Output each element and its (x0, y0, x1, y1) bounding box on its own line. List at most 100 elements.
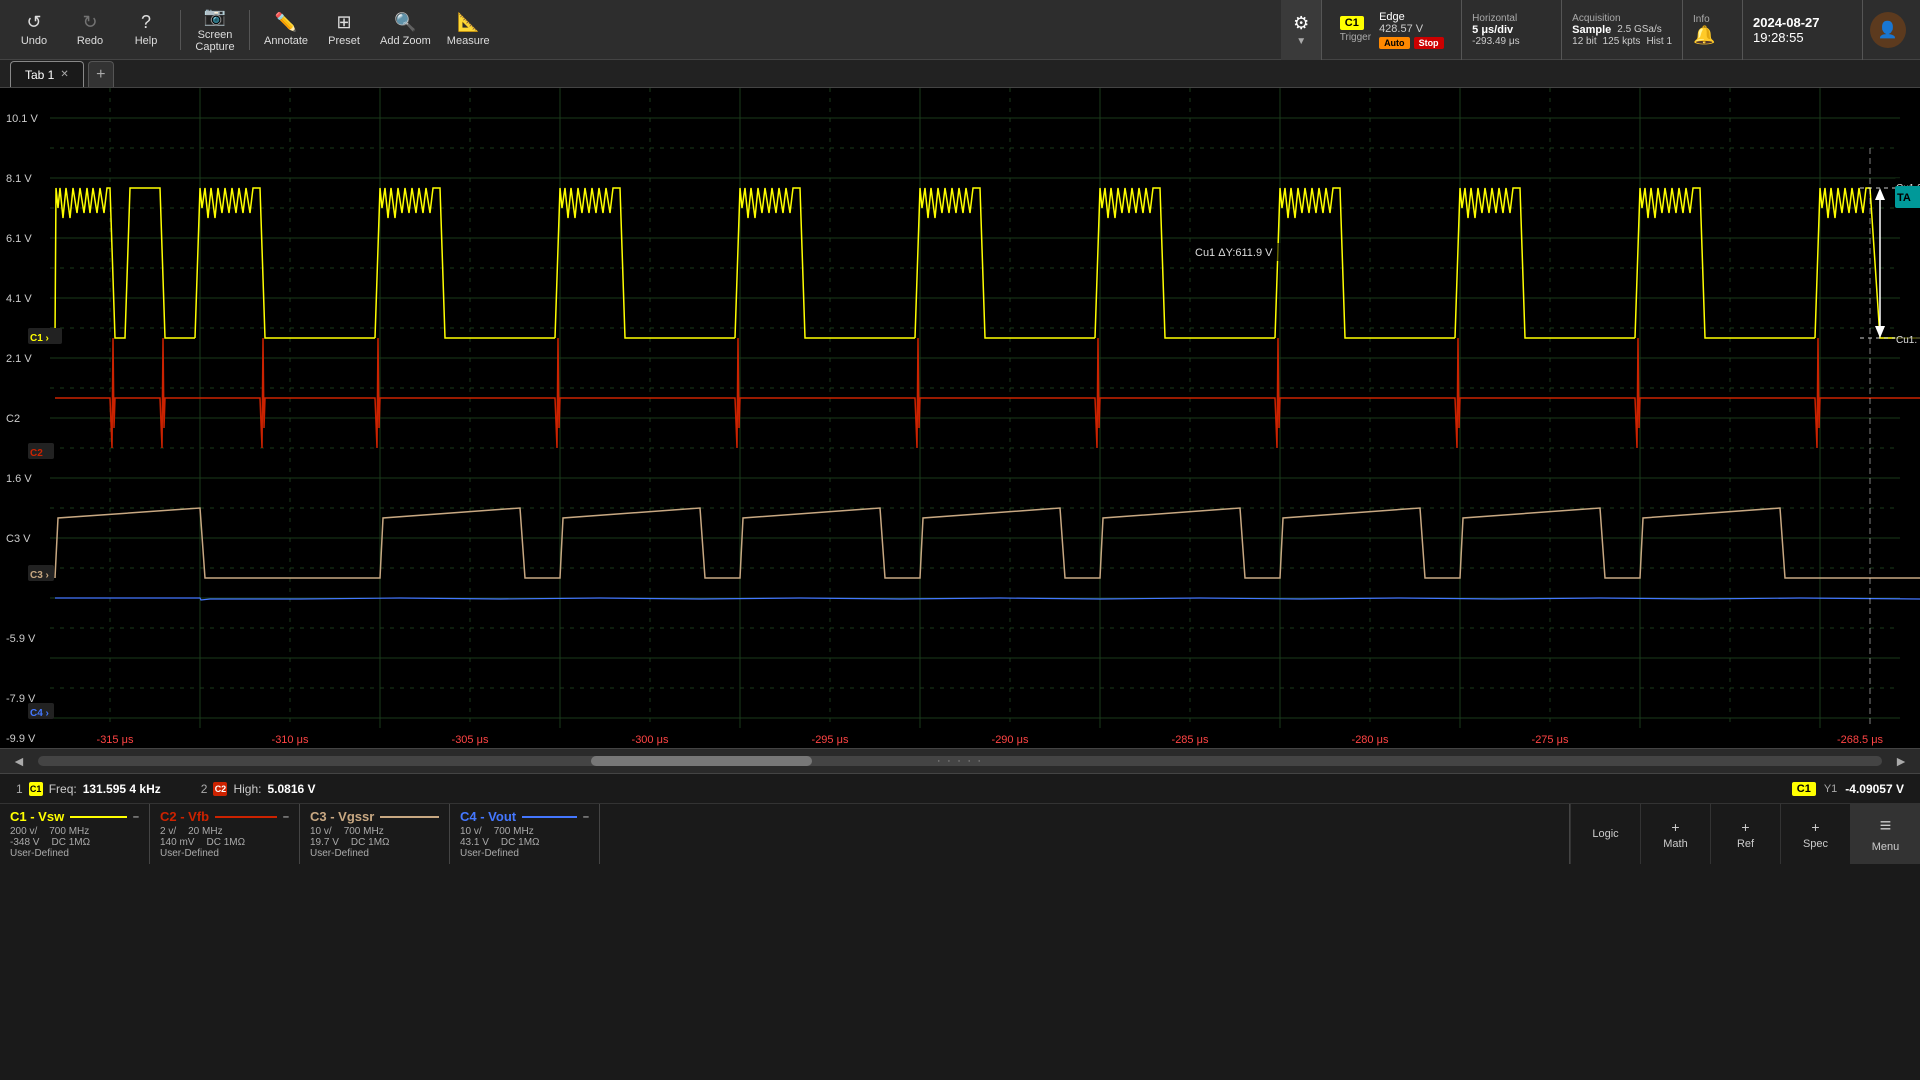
ch2-coupling: DC 1MΩ (206, 837, 245, 848)
ch4-vol-div: 10 v/ (460, 826, 482, 837)
settings-gear-button[interactable]: ⚙ ▼ (1281, 0, 1321, 60)
ch2-user: User-Defined (160, 848, 219, 859)
undo-label: Undo (21, 35, 47, 47)
cursor-y1-label: Y1 (1824, 783, 1837, 795)
trigger-mode-badge: Auto (1379, 37, 1410, 49)
toolbar: ↺ Undo ↻ Redo ? Help 📷 ScreenCapture ✏️ … (0, 0, 1920, 60)
svg-text:C4 ›: C4 › (30, 708, 49, 719)
svg-text:C2: C2 (6, 413, 20, 425)
acquisition-memory: 125 kpts (1603, 36, 1641, 47)
measurement-1: 1 C1 Freq: 131.595 4 kHz (16, 782, 161, 796)
horizontal-offset: -293.49 μs (1472, 36, 1551, 47)
help-button[interactable]: ? Help (120, 4, 172, 56)
svg-text:-290 μs: -290 μs (992, 734, 1029, 746)
svg-text:-280 μs: -280 μs (1352, 734, 1389, 746)
add-tab-button[interactable]: + (88, 61, 114, 87)
menu-button[interactable]: ≡ Menu (1850, 804, 1920, 864)
math-plus-icon: + (1671, 819, 1679, 835)
avatar: 👤 (1870, 12, 1906, 48)
ch1-coupling: DC 1MΩ (51, 837, 90, 848)
spec-plus-icon: + (1811, 819, 1819, 835)
svg-text:C3 ›: C3 › (30, 570, 49, 581)
annotate-icon: ✏️ (275, 12, 297, 33)
scroll-left-button[interactable]: ◄ (8, 753, 30, 769)
spec-label: Spec (1803, 838, 1828, 850)
horizontal-panel[interactable]: Horizontal 5 μs/div -293.49 μs (1461, 0, 1561, 60)
ch3-line (380, 816, 439, 818)
ref-button[interactable]: + Ref (1710, 804, 1780, 864)
divider-2 (249, 10, 250, 50)
undo-button[interactable]: ↺ Undo (8, 4, 60, 56)
ch4-info-block[interactable]: C4 - Vout – 10 v/ 700 MHz 43.1 V DC 1MΩ … (450, 804, 600, 864)
help-label: Help (135, 35, 158, 47)
svg-text:C3 V: C3 V (6, 533, 31, 545)
screen-capture-label: ScreenCapture (195, 29, 234, 53)
info-title: Info (1693, 14, 1732, 25)
ch4-coupling: DC 1MΩ (501, 837, 540, 848)
waveform-canvas: 10.1 V 8.1 V 6.1 V 4.1 V 2.1 V C2 1.6 V … (0, 88, 1920, 748)
ch4-freq: 700 MHz (494, 826, 534, 837)
scroll-thumb[interactable] (591, 756, 812, 766)
svg-text:6.1 V: 6.1 V (6, 233, 32, 245)
ch1-offset: -348 V (10, 837, 39, 848)
scroll-track[interactable]: · · · · · (38, 756, 1882, 766)
trigger-type: Edge (1379, 11, 1444, 23)
acquisition-panel[interactable]: Acquisition Sample 2.5 GSa/s 12 bit 125 … (1561, 0, 1682, 60)
ch1-name: C1 - Vsw (10, 809, 64, 824)
math-button[interactable]: + Math (1640, 804, 1710, 864)
screen-capture-button[interactable]: 📷 ScreenCapture (189, 4, 241, 56)
right-panel: Logic + Math + Ref + Spec ≡ Menu (1569, 804, 1920, 864)
trigger-panel[interactable]: C1 Trigger Edge 428.57 V Auto Stop (1321, 0, 1461, 60)
time-display: 19:28:55 (1753, 30, 1852, 45)
ch2-freq: 20 MHz (188, 826, 222, 837)
ch2-name: C2 - Vfb (160, 809, 209, 824)
ch2-info-block[interactable]: C2 - Vfb – 2 v/ 20 MHz 140 mV DC 1MΩ Use… (150, 804, 300, 864)
trigger-ch-label: C1 Trigger (1340, 16, 1371, 43)
acquisition-bits: 12 bit (1572, 36, 1596, 47)
ch3-offset: 19.7 V (310, 837, 339, 848)
divider-1 (180, 10, 181, 50)
menu-label: Menu (1872, 841, 1900, 853)
ch3-info-block[interactable]: C3 - Vgssr 10 v/ 700 MHz 19.7 V DC 1MΩ U… (300, 804, 450, 864)
datetime-panel: 2024-08-27 19:28:55 (1742, 0, 1862, 60)
horizontal-time-div: 5 μs/div (1472, 24, 1551, 36)
ch4-minus: – (583, 811, 589, 823)
ref-label: Ref (1737, 838, 1754, 850)
svg-text:-268.5 μs: -268.5 μs (1837, 734, 1884, 746)
annotate-label: Annotate (264, 35, 308, 47)
acquisition-title: Acquisition (1572, 13, 1672, 24)
channel-strip: C1 - Vsw – 200 v/ 700 MHz -348 V DC 1MΩ … (0, 804, 1920, 864)
math-label: Math (1663, 838, 1687, 850)
ch2-offset: 140 mV (160, 837, 194, 848)
ch3-freq: 700 MHz (344, 826, 384, 837)
tab-1[interactable]: Tab 1 ✕ (10, 61, 84, 87)
scrollbar-area: ◄ · · · · · ► (0, 748, 1920, 774)
svg-text:-5.9 V: -5.9 V (6, 633, 36, 645)
annotate-button[interactable]: ✏️ Annotate (258, 4, 314, 56)
scroll-right-button[interactable]: ► (1890, 753, 1912, 769)
ch1-info-block[interactable]: C1 - Vsw – 200 v/ 700 MHz -348 V DC 1MΩ … (0, 804, 150, 864)
svg-text:-295 μs: -295 μs (812, 734, 849, 746)
info-panel[interactable]: Info 🔔 (1682, 0, 1742, 60)
logic-button[interactable]: Logic (1570, 804, 1640, 864)
ch1-line (70, 816, 127, 818)
gear-icon: ⚙ (1293, 13, 1309, 34)
camera-icon: 📷 (204, 6, 226, 27)
ch4-line (522, 816, 577, 818)
ch2-line (215, 816, 277, 818)
measure-button[interactable]: 📐 Measure (441, 4, 496, 56)
svg-text:C1 ›: C1 › (30, 333, 49, 344)
redo-button[interactable]: ↻ Redo (64, 4, 116, 56)
tab-close-icon[interactable]: ✕ (60, 69, 68, 80)
oscilloscope-display[interactable]: 10.1 V 8.1 V 6.1 V 4.1 V 2.1 V C2 1.6 V … (0, 88, 1920, 748)
preset-button[interactable]: ⊞ Preset (318, 4, 370, 56)
logic-label: Logic (1592, 828, 1618, 840)
user-icon-button[interactable]: 👤 (1862, 0, 1912, 60)
meas-2-label: High: (233, 782, 261, 796)
spec-button[interactable]: + Spec (1780, 804, 1850, 864)
ch3-vol-div: 10 v/ (310, 826, 332, 837)
bell-icon[interactable]: 🔔 (1693, 25, 1732, 46)
cursor-ch-badge: C1 (1792, 782, 1816, 796)
add-zoom-button[interactable]: 🔍 Add Zoom (374, 4, 437, 56)
svg-text:4.1 V: 4.1 V (6, 293, 32, 305)
